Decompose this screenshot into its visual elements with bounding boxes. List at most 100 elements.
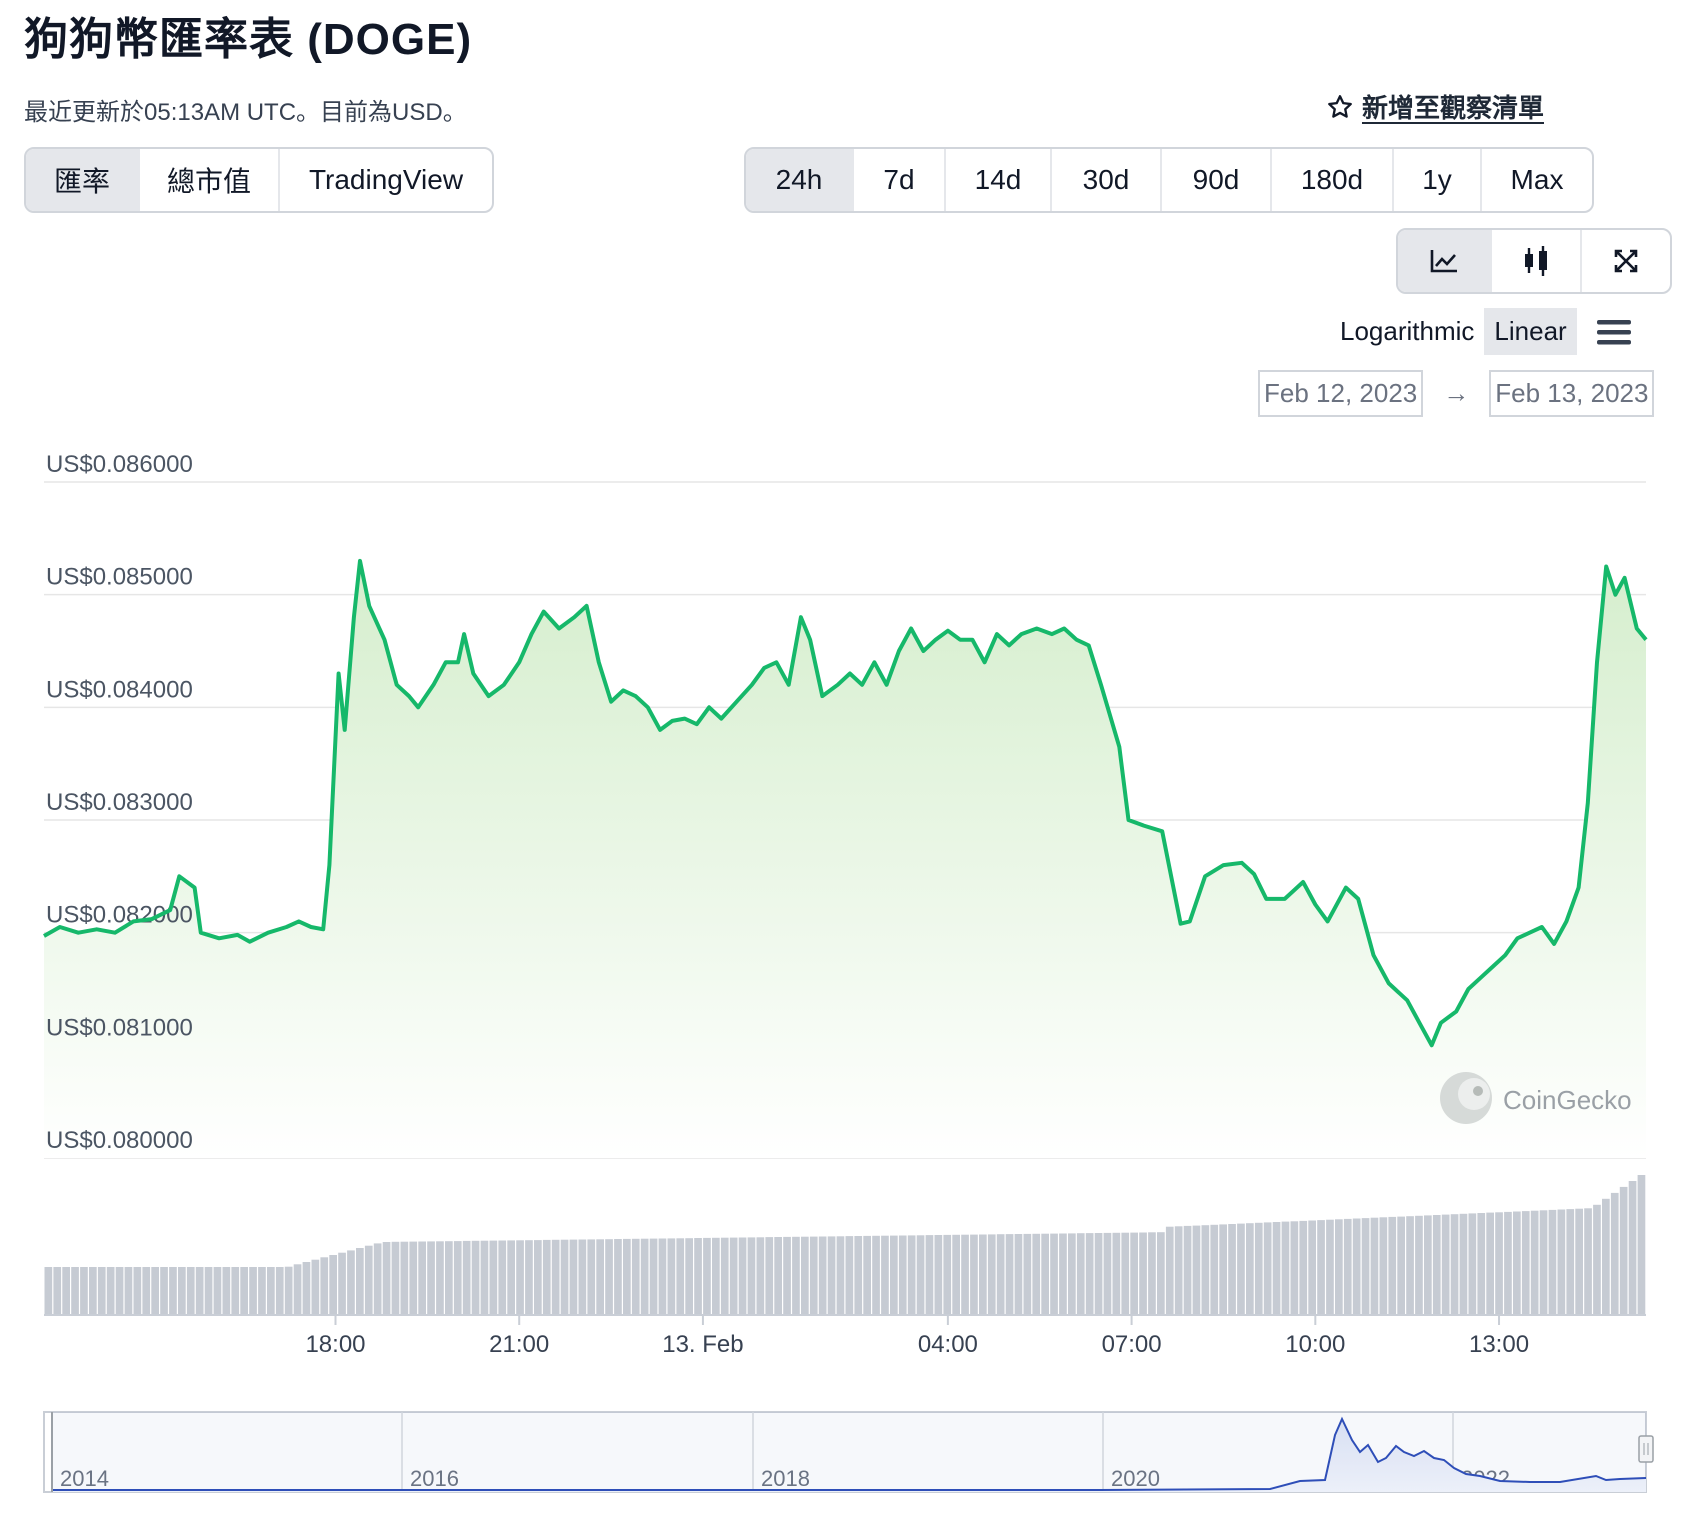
volume-bar [827,1236,836,1315]
candlestick-chart-button[interactable] [1492,230,1582,292]
range-max-button[interactable]: Max [1482,149,1592,211]
add-to-watchlist-link[interactable]: 新增至觀察清單 [1326,88,1544,125]
volume-bar [1495,1212,1503,1315]
x-tick-label: 13:00 [1469,1331,1529,1358]
view-tabs: 匯率 總市值 TradingView [24,147,494,213]
volume-bar [1068,1233,1076,1315]
volume-bar [133,1267,142,1315]
range-7d-button[interactable]: 7d [854,149,946,211]
volume-bars [44,1175,1646,1315]
volume-bar [445,1241,453,1315]
tab-price[interactable]: 匯率 [26,149,140,211]
x-tick-label: 10:00 [1285,1331,1345,1358]
navigator[interactable]: 20142016201820202022 [43,1411,1654,1493]
volume-bar [1584,1208,1592,1315]
volume-bar [1308,1220,1316,1315]
volume-bar [863,1235,871,1315]
volume-bar [1219,1224,1227,1315]
volume-bar [747,1237,756,1315]
tab-market-cap[interactable]: 總市值 [140,149,280,211]
volume-bar [1148,1232,1156,1315]
volume-bar [738,1237,747,1315]
volume-bar [996,1234,1005,1315]
volume-bar [516,1240,524,1315]
price-chart[interactable]: US$0.086000 US$0.085000 US$0.084000 US$0.08… [0,430,1692,1524]
volume-bar [1157,1232,1165,1315]
range-14d-button[interactable]: 14d [946,149,1052,211]
volume-bar [1326,1219,1334,1315]
volume-bar [1299,1220,1308,1315]
volume-bar [151,1267,159,1315]
volume-bar [943,1234,952,1315]
range-1y-button[interactable]: 1y [1394,149,1482,211]
volume-bar [685,1238,693,1315]
volume-bar [1424,1215,1432,1315]
volume-bar [1174,1226,1183,1315]
linear-scale-option[interactable]: Linear [1484,308,1577,355]
volume-bar [1281,1221,1290,1315]
date-to-input[interactable]: Feb 13, 2023 [1489,370,1655,417]
volume-bar [729,1237,738,1315]
volume-bar [347,1250,355,1315]
volume-bar [258,1267,266,1315]
watchlist-label: 新增至觀察清單 [1361,93,1544,123]
price-area [44,560,1646,1158]
volume-bar [1059,1233,1067,1315]
volume-bar [1076,1233,1085,1315]
volume-bar [756,1237,765,1315]
x-tick-label: 04:00 [918,1331,978,1358]
volume-bar [1130,1232,1138,1315]
volume-bar [204,1267,213,1315]
volume-bar [1237,1223,1245,1315]
volume-bar [462,1240,471,1315]
volume-bar [809,1236,818,1315]
volume-bar [605,1239,613,1315]
volume-bar [1085,1233,1094,1315]
volume-bar [284,1266,293,1315]
volume-bar [1050,1233,1058,1315]
line-chart-button[interactable] [1398,230,1492,292]
volume-bar [1575,1208,1583,1315]
range-180d-button[interactable]: 180d [1272,149,1394,211]
volume-bar [1539,1210,1548,1315]
volume-bar [818,1236,827,1315]
tab-tradingview[interactable]: TradingView [280,149,492,211]
volume-bar [667,1238,676,1315]
chart-menu-button[interactable] [1596,318,1631,346]
volume-bar [80,1267,88,1315]
fullscreen-button[interactable] [1582,230,1670,292]
volume-bar [1415,1215,1423,1315]
volume-bar [453,1241,462,1315]
volume-bar [1005,1234,1014,1315]
volume-bar [44,1267,53,1315]
volume-bar [845,1236,854,1315]
volume-bar [1397,1216,1405,1315]
date-from-input[interactable]: Feb 12, 2023 [1258,370,1424,417]
volume-bar [275,1267,284,1315]
volume-bar [222,1267,231,1315]
volume-bar [1228,1224,1236,1315]
volume-bar [1441,1214,1450,1315]
hamburger-menu-icon [1596,319,1631,344]
date-range: Feb 12, 2023 → Feb 13, 2023 [1258,370,1655,417]
volume-bar [106,1267,115,1315]
range-24h-button[interactable]: 24h [746,149,854,211]
volume-bar [1094,1233,1103,1315]
volume-bar [124,1267,133,1315]
x-tick-label: 07:00 [1102,1331,1162,1358]
volume-bar [62,1267,70,1315]
volume-bar [1103,1232,1112,1315]
navigator-handle[interactable] [1638,1435,1654,1463]
logarithmic-scale-option[interactable]: Logarithmic [1330,308,1484,355]
range-90d-button[interactable]: 90d [1162,149,1272,211]
volume-bar [1450,1214,1459,1315]
y-tick-label: US$0.080000 [46,1127,193,1154]
volume-bar [1343,1218,1352,1315]
volume-bar [489,1240,498,1315]
volume-bar [890,1235,898,1315]
volume-bar [640,1238,649,1315]
range-30d-button[interactable]: 30d [1052,149,1162,211]
volume-bar [596,1239,604,1315]
volume-bar [1201,1225,1210,1315]
volume-bar [186,1267,195,1315]
